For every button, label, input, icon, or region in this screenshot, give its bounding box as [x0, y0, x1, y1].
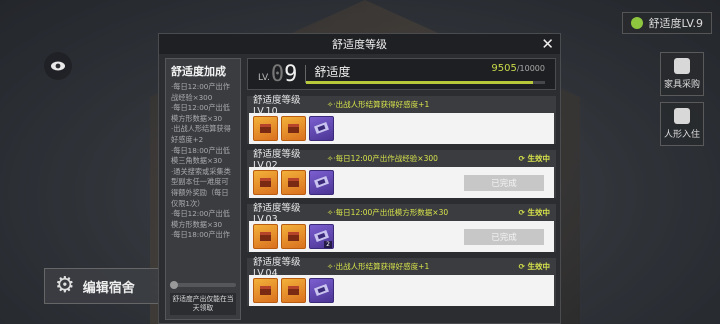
reward-item[interactable]	[281, 116, 306, 141]
bonus-line: ·每日12:00产出作战经验×300	[171, 82, 230, 102]
supply-box-icon	[260, 286, 271, 295]
tier-header: 舒适度等级 LV.03 ✧·每日12:00产出低模方形数据×30 ⟳ 生效中	[247, 203, 556, 225]
comfort-bonus-list[interactable]: ·每日12:00产出作战经验×300 ·每日12:00产出低模方形数据×30 ·…	[171, 82, 235, 268]
modal-header: 舒适度等级 ✕	[159, 34, 560, 54]
reward-item[interactable]	[253, 224, 278, 249]
comfort-badge-label: 舒适度LV.9	[648, 17, 703, 30]
comfort-level-badge[interactable]: 舒适度LV.9	[622, 12, 712, 34]
supply-box-icon	[288, 286, 299, 295]
tier-header: 舒适度等级 LV.02 ✧·每日12:00产出作战经验×300 ⟳ 生效中	[247, 149, 556, 171]
modal-title: 舒适度等级	[332, 38, 387, 51]
doll-icon	[674, 108, 690, 124]
comfort-tier: 舒适度等级 LV.03 ✧·每日12:00产出低模方形数据×30 ⟳ 生效中 2 已完成	[247, 203, 556, 252]
doll-move-in-button[interactable]: 人形入住	[660, 102, 704, 146]
reward-item[interactable]: 2	[309, 224, 334, 249]
tier-reward: ✧·出战人形结算获得好感度+1	[327, 100, 430, 109]
level-name: 舒适度	[314, 64, 351, 79]
tier-rewards-row	[249, 275, 554, 306]
reward-item[interactable]	[281, 170, 306, 195]
tier-status-badge: ⟳ 生效中	[518, 262, 550, 271]
tier-reward: ✧·每日12:00产出低模方形数据×30	[327, 208, 449, 217]
reward-item[interactable]	[309, 278, 334, 303]
reward-item[interactable]	[281, 224, 306, 249]
furniture-shop-label: 家具采购	[663, 80, 700, 90]
close-icon[interactable]: ✕	[541, 35, 554, 53]
bonus-line: ·每日18:00产出低模三角数据×30	[171, 145, 230, 166]
reward-item[interactable]	[309, 116, 334, 141]
data-chip-icon	[314, 122, 329, 134]
comfort-level-modal: 舒适度等级 ✕ 舒适度加成 ·每日12:00产出作战经验×300 ·每日12:0…	[158, 33, 561, 324]
tier-reward: ✧·出战人形结算获得好感度+1	[327, 262, 430, 271]
reward-item[interactable]	[281, 278, 306, 303]
comfort-bonus-title: 舒适度加成	[171, 65, 226, 78]
bonus-line: ·每日18:00产出作	[171, 230, 230, 240]
tier-list[interactable]: 舒适度等级 LV.10 ✧·出战人形结算获得好感度+1 舒适度等级 LV.02 ✧·每…	[247, 95, 556, 306]
level-number: 09	[270, 61, 298, 87]
comfort-tier: 舒适度等级 LV.02 ✧·每日12:00产出作战经验×300 ⟳ 生效中 已完成	[247, 149, 556, 198]
bonus-line: ·通关搜索或采集类型副本任一难度可得额外奖励（每日仅限1次）	[171, 166, 231, 208]
comfort-level-header: LV. 09 舒适度 9505/10000	[247, 58, 556, 90]
cart-icon	[674, 58, 690, 74]
eye-icon	[51, 61, 65, 71]
edit-dorm-button[interactable]: ⚙ 编辑宿舍	[44, 268, 160, 304]
smile-icon	[631, 17, 644, 29]
bonus-scrollbar[interactable]	[170, 281, 236, 289]
item-count: 2	[324, 241, 332, 248]
bonus-line: ·每日12:00产出低模方形数据×30	[171, 209, 230, 229]
supply-box-icon	[288, 232, 299, 241]
comfort-progress-text: 9505/10000	[491, 63, 545, 74]
supply-box-icon	[288, 124, 299, 133]
reward-item[interactable]	[309, 170, 334, 195]
bonus-line: ·出战人形结算获得好感度+2	[171, 124, 231, 144]
tier-rewards-row: 2 已完成	[249, 221, 554, 252]
supply-box-icon	[260, 178, 271, 187]
data-chip-icon	[314, 284, 329, 296]
comfort-tier-panel: LV. 09 舒适度 9505/10000 舒适度等级 LV.10 ✧·出战人形结…	[247, 58, 556, 320]
tier-rewards-row	[249, 113, 554, 144]
comfort-tier: 舒适度等级 LV.04 ✧·出战人形结算获得好感度+1 ⟳ 生效中	[247, 257, 556, 306]
completed-button[interactable]: 已完成	[464, 175, 544, 191]
scroll-handle[interactable]	[170, 281, 178, 289]
toggle-ui-button[interactable]	[44, 52, 72, 80]
completed-button[interactable]: 已完成	[464, 229, 544, 245]
tier-reward: ✧·每日12:00产出作战经验×300	[327, 154, 438, 163]
furniture-shop-button[interactable]: 家具采购	[660, 52, 704, 96]
tier-rewards-row: 已完成	[249, 167, 554, 198]
tier-header: 舒适度等级 LV.04 ✧·出战人形结算获得好感度+1 ⟳ 生效中	[247, 257, 556, 279]
reward-item[interactable]	[253, 116, 278, 141]
comfort-progress-fill	[306, 81, 534, 84]
level-prefix: LV.	[258, 73, 270, 83]
bonus-line: ·每日12:00产出低模方形数据×30	[171, 103, 230, 123]
comfort-bonus-footer: 舒适度产出仅能在当天领取	[170, 293, 236, 315]
data-chip-icon	[314, 176, 329, 188]
tier-status-badge: ⟳ 生效中	[518, 208, 550, 217]
reward-item[interactable]	[253, 170, 278, 195]
doll-move-in-label: 人形入住	[663, 130, 700, 140]
supply-box-icon	[260, 124, 271, 133]
edit-dorm-label: 编辑宿舍	[82, 280, 135, 296]
comfort-tier: 舒适度等级 LV.10 ✧·出战人形结算获得好感度+1	[247, 95, 556, 144]
comfort-progress-bar	[306, 81, 545, 84]
tier-header: 舒适度等级 LV.10 ✧·出战人形结算获得好感度+1	[247, 95, 556, 117]
reward-item[interactable]	[253, 278, 278, 303]
tier-status-badge: ⟳ 生效中	[518, 154, 550, 163]
gear-icon: ⚙	[55, 273, 75, 298]
comfort-bonus-panel: 舒适度加成 ·每日12:00产出作战经验×300 ·每日12:00产出低模方形数…	[165, 58, 241, 320]
supply-box-icon	[288, 178, 299, 187]
supply-box-icon	[260, 232, 271, 241]
